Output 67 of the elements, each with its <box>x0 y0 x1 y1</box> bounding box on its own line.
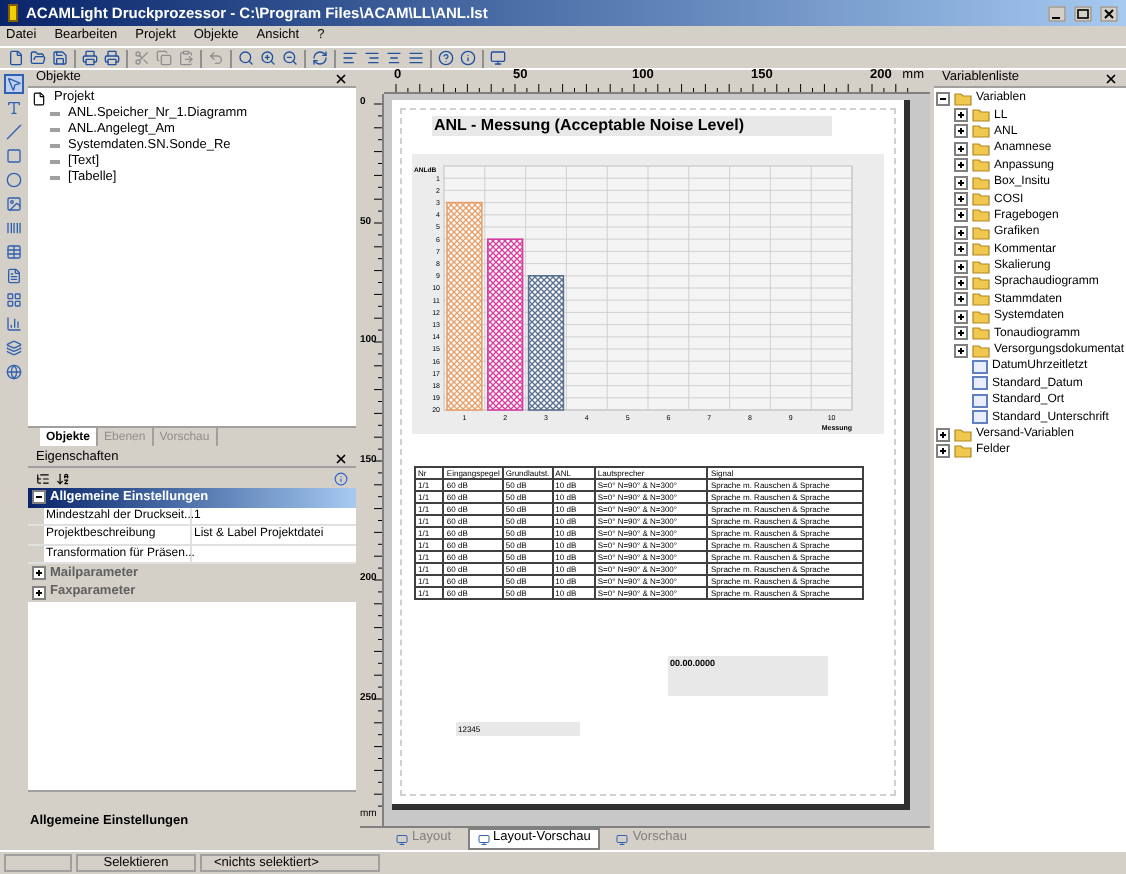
category-view-icon[interactable] <box>36 471 50 485</box>
grid-tool-icon[interactable] <box>6 292 22 308</box>
save-icon[interactable] <box>52 50 68 66</box>
document-tool-icon[interactable] <box>6 268 22 284</box>
refresh-icon[interactable] <box>312 50 328 66</box>
collapse-icon[interactable] <box>936 91 950 106</box>
expand-icon[interactable] <box>954 108 968 123</box>
layers-icon[interactable] <box>6 340 22 356</box>
barcode-tool-icon[interactable] <box>6 220 22 236</box>
pointer-icon[interactable] <box>6 76 22 92</box>
close-icon[interactable] <box>1100 5 1118 21</box>
expand-icon[interactable] <box>32 585 46 600</box>
expand-icon[interactable] <box>954 175 968 190</box>
help-icon[interactable] <box>438 50 454 66</box>
rectangle-tool-icon[interactable] <box>6 148 22 164</box>
document-icon[interactable] <box>8 50 24 66</box>
printer-icon[interactable] <box>82 50 98 66</box>
info-icon[interactable] <box>460 50 476 66</box>
close-icon[interactable] <box>334 451 348 465</box>
expand-icon[interactable] <box>954 292 968 307</box>
folder-icon[interactable] <box>30 50 46 66</box>
status-segment <box>4 854 72 872</box>
expand-icon[interactable] <box>954 124 968 139</box>
page-icon <box>32 91 46 105</box>
expand-icon[interactable] <box>954 275 968 290</box>
expand-icon[interactable] <box>954 309 968 324</box>
expand-icon[interactable] <box>954 225 968 240</box>
sort-icon[interactable] <box>56 471 70 485</box>
expand-icon[interactable] <box>954 158 968 173</box>
monitor-icon <box>477 833 490 845</box>
expand-icon[interactable] <box>954 326 968 341</box>
line-tool-icon[interactable] <box>6 124 22 140</box>
globe-icon[interactable] <box>6 364 22 380</box>
report-title: ANL - Messung (Acceptable Noise Level) <box>432 116 832 136</box>
search-icon[interactable] <box>238 50 254 66</box>
zoom-out-icon[interactable] <box>282 50 298 66</box>
expand-icon[interactable] <box>954 208 968 223</box>
bar <box>527 275 565 411</box>
minimize-icon[interactable] <box>1048 5 1066 21</box>
monitor-icon[interactable] <box>490 50 506 66</box>
image-tool-icon[interactable] <box>6 196 22 212</box>
expand-icon[interactable] <box>936 427 950 441</box>
collapse-icon[interactable] <box>32 490 46 505</box>
expand-icon[interactable] <box>936 443 950 458</box>
zoom-in-icon[interactable] <box>260 50 276 66</box>
monitor-icon <box>616 833 629 845</box>
expand-icon[interactable] <box>954 259 968 274</box>
chart-tool-icon[interactable] <box>6 316 22 332</box>
maximize-icon[interactable] <box>1074 5 1092 21</box>
printer-icon[interactable] <box>104 50 120 66</box>
align-center-icon[interactable] <box>386 50 402 66</box>
table-tool-icon[interactable] <box>6 244 22 260</box>
ellipse-tool-icon[interactable] <box>6 172 22 188</box>
align-right-icon[interactable] <box>364 50 380 66</box>
close-icon[interactable] <box>334 71 348 85</box>
expand-icon[interactable] <box>954 192 968 207</box>
app-icon <box>8 4 18 22</box>
expand-icon[interactable] <box>954 343 968 358</box>
align-left-icon[interactable] <box>342 50 358 66</box>
close-icon[interactable] <box>1104 71 1118 85</box>
info-icon[interactable] <box>334 471 348 485</box>
monitor-icon <box>396 833 408 845</box>
align-justify-icon[interactable] <box>408 50 424 66</box>
expand-icon[interactable] <box>32 566 46 581</box>
expand-icon[interactable] <box>954 242 968 257</box>
text-tool-icon[interactable] <box>6 100 22 116</box>
expand-icon[interactable] <box>954 141 968 156</box>
